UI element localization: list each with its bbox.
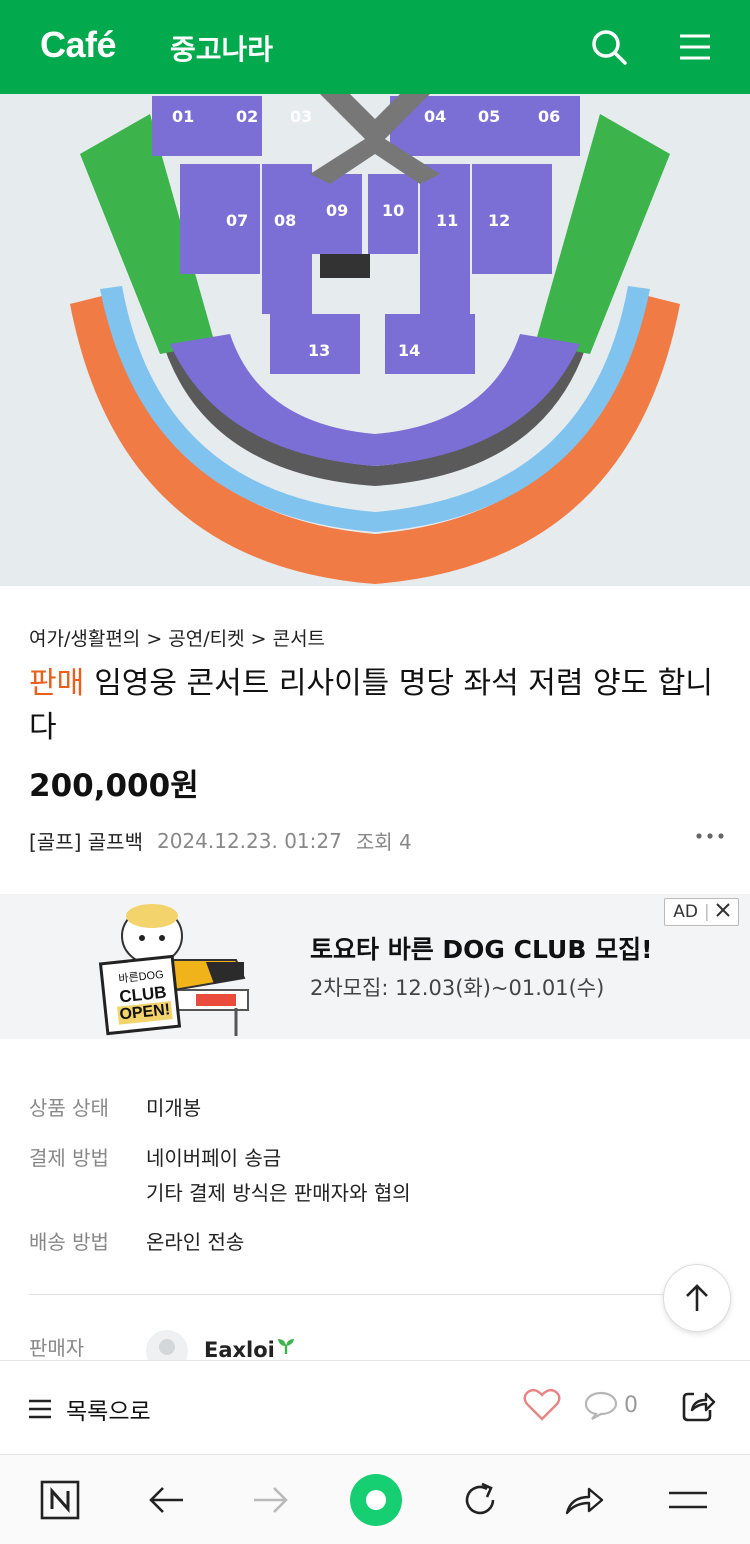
back-to-list-label: 목록으로 (66, 1399, 151, 1425)
section-label: 02 (236, 107, 258, 126)
condition-label: 상품 상태 (29, 1096, 109, 1120)
post-title: 판매 임영웅 콘서트 리사이틀 명당 좌석 저렴 양도 합니다 (29, 662, 719, 750)
delivery-value: 온라인 전송 (146, 1230, 245, 1254)
section-label: 13 (308, 341, 330, 360)
ad-subtitle: 2차모집: 12.03(화)~01.01(수) (310, 976, 605, 1000)
section-label: 09 (326, 201, 348, 220)
close-icon[interactable] (716, 902, 730, 922)
back-to-list-button[interactable]: 목록으로 (28, 1392, 151, 1426)
section-label: 05 (478, 107, 500, 126)
naver-home-icon[interactable] (32, 1472, 88, 1528)
section-label: 08 (274, 211, 296, 230)
comment-button[interactable]: 0 (584, 1390, 638, 1420)
ad-badge[interactable]: AD | (664, 898, 739, 926)
sale-tag: 판매 (29, 666, 85, 701)
list-icon (29, 1399, 51, 1419)
section-label: 04 (424, 107, 446, 126)
divider (29, 1294, 721, 1295)
post-meta-row: [골프] 골프백 2024.12.23. 01:27 조회 4 (29, 826, 412, 855)
payment-label: 결제 방법 (29, 1146, 109, 1170)
browser-menu-icon[interactable] (660, 1472, 716, 1528)
view-count: 조회 4 (355, 830, 412, 854)
condition-value: 미개봉 (146, 1096, 202, 1120)
share-icon (682, 1392, 716, 1422)
ad-mascot-image: 바른DOG CLUB OPEN! (96, 898, 256, 1038)
comment-count: 0 (624, 1392, 638, 1418)
delivery-label: 배송 방법 (29, 1230, 109, 1254)
payment-value-extra: 기타 결제 방식은 판매자와 협의 (146, 1181, 411, 1205)
cafe-name[interactable]: 중고나라 (170, 28, 273, 68)
section-label: 06 (538, 107, 560, 126)
search-icon[interactable] (586, 24, 632, 70)
sprout-grade-icon (276, 1336, 296, 1360)
section-label: 11 (436, 211, 458, 230)
section-label: 03 (290, 107, 312, 126)
seller-label: 판매자 (29, 1336, 85, 1360)
ad-sign: 바른DOG CLUB OPEN! (105, 964, 180, 1025)
green-home-button-icon[interactable] (348, 1472, 404, 1528)
section-label: 10 (382, 201, 404, 220)
share-arrow-icon[interactable] (556, 1472, 612, 1528)
ad-label: AD (673, 902, 698, 922)
forward-arrow-icon[interactable] (243, 1472, 299, 1528)
ad-title[interactable]: 토요타 바른 DOG CLUB 모집! (310, 930, 652, 966)
refresh-icon[interactable] (452, 1472, 508, 1528)
price: 200,000원 (29, 768, 199, 804)
comment-icon (584, 1391, 618, 1420)
breadcrumb[interactable]: 여가/생활편의 > 공연/티켓 > 콘서트 (29, 624, 325, 651)
like-heart-icon[interactable] (523, 1388, 561, 1426)
app-header: Café 중고나라 (0, 0, 750, 94)
section-label: 01 (172, 107, 194, 126)
payment-value: 네이버페이 송금 (146, 1146, 282, 1170)
back-arrow-icon[interactable] (138, 1472, 194, 1528)
author-name[interactable]: [골프] 골프백 (29, 826, 143, 855)
seller-name[interactable]: Eaxloi (204, 1338, 275, 1362)
section-label: 07 (226, 211, 248, 230)
menu-icon[interactable] (672, 24, 718, 70)
section-label: 12 (488, 211, 510, 230)
seat-map-image[interactable]: 01 02 03 04 05 06 07 08 09 10 11 12 13 1… (0, 94, 750, 586)
arrow-up-icon (686, 1284, 708, 1311)
cafe-logo[interactable]: Café (40, 24, 117, 66)
section-label: 14 (398, 341, 420, 360)
post-date: 2024.12.23. 01:27 (156, 828, 342, 853)
more-options-icon[interactable] (695, 826, 725, 846)
scroll-to-top-button[interactable] (663, 1264, 731, 1332)
ad-separator: | (704, 902, 710, 922)
post-title-text: 임영웅 콘서트 리사이틀 명당 좌석 저렴 양도 합니다 (29, 666, 713, 745)
share-button[interactable] (680, 1388, 716, 1428)
